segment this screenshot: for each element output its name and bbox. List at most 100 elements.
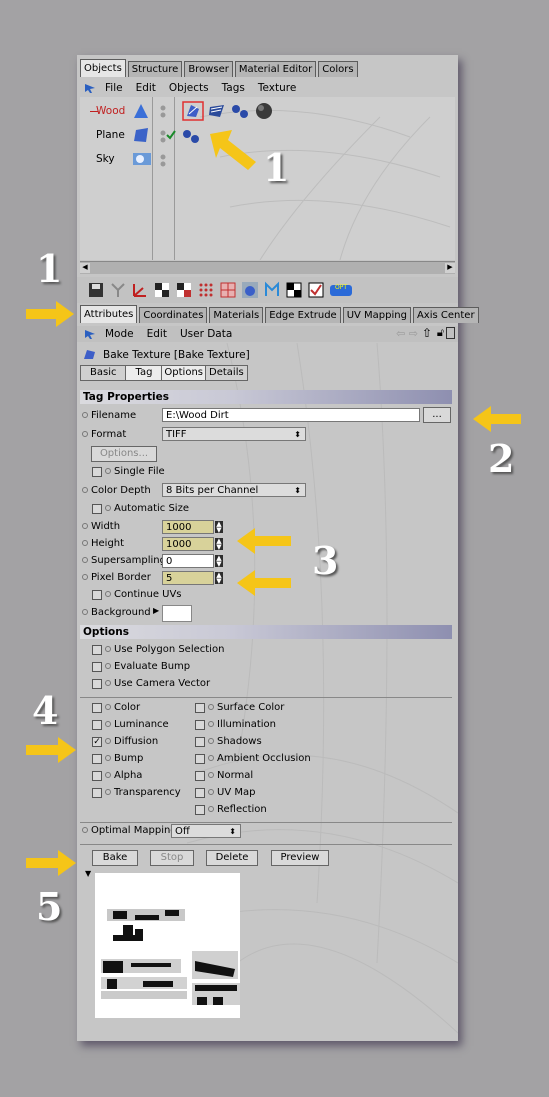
back-forward-icon[interactable]: ⇦ ⇨: [396, 327, 418, 340]
object-plane[interactable]: Plane: [96, 129, 125, 141]
tab-uv-mapping[interactable]: UV Mapping: [342, 307, 411, 323]
width-stepper[interactable]: ▲ ▼: [215, 521, 223, 534]
menu-edit[interactable]: Edit: [136, 82, 156, 94]
alpha-checkbox[interactable]: [92, 771, 102, 781]
filename-label: Filename: [82, 410, 136, 421]
menu-edit-attr[interactable]: Edit: [147, 328, 167, 340]
polygons-icon[interactable]: [219, 281, 237, 299]
menu-mode[interactable]: Mode: [105, 328, 134, 340]
tab-materials[interactable]: Materials: [209, 307, 264, 323]
menu-objects[interactable]: Objects: [169, 82, 209, 94]
tab-axis-center[interactable]: Axis Center: [412, 307, 479, 323]
cursor-icon[interactable]: [83, 82, 97, 94]
uv-tag-icon[interactable]: [231, 104, 249, 118]
height-stepper[interactable]: ▲ ▼: [215, 538, 223, 551]
background-color-swatch[interactable]: [162, 605, 192, 622]
format-dropdown[interactable]: TIFF ⬍: [162, 427, 306, 441]
automatic-size-checkbox[interactable]: [92, 504, 102, 514]
expand-arrow-icon[interactable]: ▶: [153, 606, 159, 615]
render-check-icon[interactable]: [307, 281, 325, 299]
tab-tag[interactable]: Tag: [126, 366, 163, 380]
preview-button[interactable]: Preview: [271, 850, 329, 866]
supersampling-field[interactable]: 0: [162, 554, 214, 568]
new-panel-icon[interactable]: [446, 327, 455, 339]
height-field[interactable]: 1000: [162, 537, 214, 551]
pixel-border-stepper[interactable]: ▲ ▼: [215, 572, 223, 585]
checkmark-icon[interactable]: [166, 130, 176, 140]
axis-icon[interactable]: [131, 281, 149, 299]
annotation-arrow-1a: [210, 130, 256, 170]
collapse-arrow-icon[interactable]: ▼: [85, 869, 91, 878]
model-icon[interactable]: [241, 281, 259, 299]
tab-colors[interactable]: Colors: [318, 61, 358, 77]
delete-button[interactable]: Delete: [206, 850, 258, 866]
optimal-icon[interactable]: OPT: [329, 281, 353, 299]
points-icon[interactable]: [197, 281, 215, 299]
hierarchy-icon[interactable]: [109, 281, 127, 299]
visibility-dots[interactable]: [159, 105, 167, 177]
checkerboard-icon[interactable]: [285, 281, 303, 299]
luminance-checkbox[interactable]: [92, 720, 102, 730]
menu-texture[interactable]: Texture: [258, 82, 296, 94]
filename-field[interactable]: E:\Wood Dirt: [162, 408, 420, 422]
annotation-arrow-5: [26, 850, 76, 876]
menu-tags[interactable]: Tags: [222, 82, 245, 94]
uv-map-checkbox[interactable]: [195, 788, 205, 798]
ambient-occlusion-checkbox[interactable]: [195, 754, 205, 764]
dropdown-arrow-icon: ⬍: [294, 430, 301, 439]
use-camera-vector-checkbox[interactable]: [92, 679, 102, 689]
normal-checkbox[interactable]: [195, 771, 205, 781]
color-checkbox[interactable]: [92, 703, 102, 713]
dropdown-arrow-icon-2: ⬍: [294, 486, 301, 495]
menu-file[interactable]: File: [105, 82, 123, 94]
tab-structure[interactable]: Structure: [127, 61, 183, 77]
scroll-left-icon[interactable]: ◀: [80, 263, 90, 273]
save-icon[interactable]: [87, 281, 105, 299]
shadows-checkbox[interactable]: [195, 737, 205, 747]
tab-material-editor[interactable]: Material Editor: [234, 61, 317, 77]
use-polygon-selection-checkbox[interactable]: [92, 645, 102, 655]
tab-edge-extrude[interactable]: Edge Extrude: [265, 307, 341, 323]
tab-coordinates[interactable]: Coordinates: [139, 307, 208, 323]
options-button[interactable]: Options...: [91, 446, 157, 462]
object-sky[interactable]: Sky: [96, 153, 115, 165]
browse-button[interactable]: ...: [423, 407, 451, 423]
bake-texture-tag-icon[interactable]: [182, 101, 204, 121]
tab-options[interactable]: Options: [162, 366, 207, 380]
tab-details[interactable]: Details: [206, 366, 247, 380]
uv-tag-icon-plane[interactable]: [182, 129, 200, 143]
tab-basic[interactable]: Basic: [81, 366, 127, 380]
continue-uvs-checkbox[interactable]: [92, 590, 102, 600]
tab-attributes[interactable]: Attributes: [80, 305, 138, 323]
bump-checkbox[interactable]: [92, 754, 102, 764]
bake-button[interactable]: Bake: [92, 850, 138, 866]
tab-objects[interactable]: Objects: [80, 59, 126, 77]
diffusion-checkbox[interactable]: ✓: [92, 737, 102, 747]
annotation-arrow-4: [26, 737, 76, 763]
pixel-border-field[interactable]: 5: [162, 571, 214, 585]
horizontal-scrollbar[interactable]: ◀ ▶: [80, 261, 455, 274]
illumination-checkbox[interactable]: [195, 720, 205, 730]
uv-icon[interactable]: [263, 281, 281, 299]
surface-color-checkbox[interactable]: [195, 703, 205, 713]
width-field[interactable]: 1000: [162, 520, 214, 534]
cursor-icon-attr[interactable]: [83, 328, 97, 340]
texture-tag-icon[interactable]: [208, 103, 226, 119]
transparency-checkbox[interactable]: [92, 788, 102, 798]
single-file-checkbox[interactable]: [92, 467, 102, 477]
optimal-mapping-dropdown[interactable]: Off ⬍: [171, 824, 241, 838]
evaluate-bump-checkbox[interactable]: [92, 662, 102, 672]
checker-icon[interactable]: [153, 281, 171, 299]
lock-icon[interactable]: 🔓︎: [437, 326, 444, 340]
tab-browser[interactable]: Browser: [184, 61, 233, 77]
material-tag-icon[interactable]: [254, 102, 274, 120]
object-wood[interactable]: Wood: [96, 105, 125, 117]
stop-button[interactable]: Stop: [150, 850, 194, 866]
supersampling-stepper[interactable]: ▲ ▼: [215, 555, 223, 568]
menu-user-data[interactable]: User Data: [180, 328, 232, 340]
checker-red-icon[interactable]: [175, 281, 193, 299]
scroll-right-icon[interactable]: ▶: [445, 263, 455, 273]
reflection-checkbox[interactable]: [195, 805, 205, 815]
color-depth-dropdown[interactable]: 8 Bits per Channel ⬍: [162, 483, 306, 497]
up-arrow-icon[interactable]: ⇧: [422, 326, 432, 340]
